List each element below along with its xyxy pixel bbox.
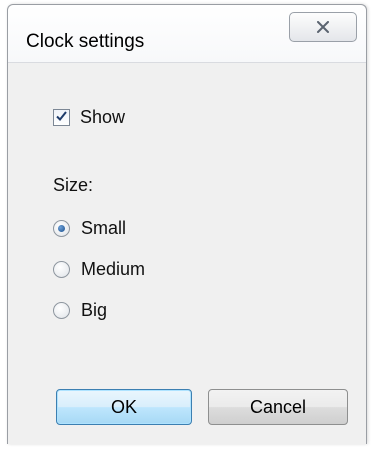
close-icon [316,21,330,33]
cancel-button[interactable]: Cancel [208,389,348,425]
radio-selected-dot [58,225,65,232]
radio-big-row[interactable]: Big [53,300,107,321]
radio-medium[interactable] [53,261,70,278]
checkmark-icon [55,109,68,127]
radio-small-label: Small [81,218,127,238]
show-label: Show [80,107,126,127]
radio-medium-label: Medium [81,259,146,279]
radio-big[interactable] [53,302,70,319]
radio-small-row[interactable]: Small [53,218,126,239]
show-checkbox[interactable] [53,109,70,126]
radio-big-label: Big [81,300,108,320]
show-checkbox-row[interactable]: Show [53,107,125,128]
radio-medium-row[interactable]: Medium [53,259,145,280]
clock-settings-dialog: Clock settings Show Size: Small Medium B… [7,4,367,444]
size-label: Size: [53,175,94,195]
dialog-title: Clock settings [26,31,145,52]
close-button[interactable] [289,12,357,42]
radio-small[interactable] [53,220,70,237]
dialog-content: Show Size: Small Medium Big OK Cancel [8,63,366,445]
ok-button[interactable]: OK [56,389,192,425]
title-bar[interactable]: Clock settings [8,5,366,63]
